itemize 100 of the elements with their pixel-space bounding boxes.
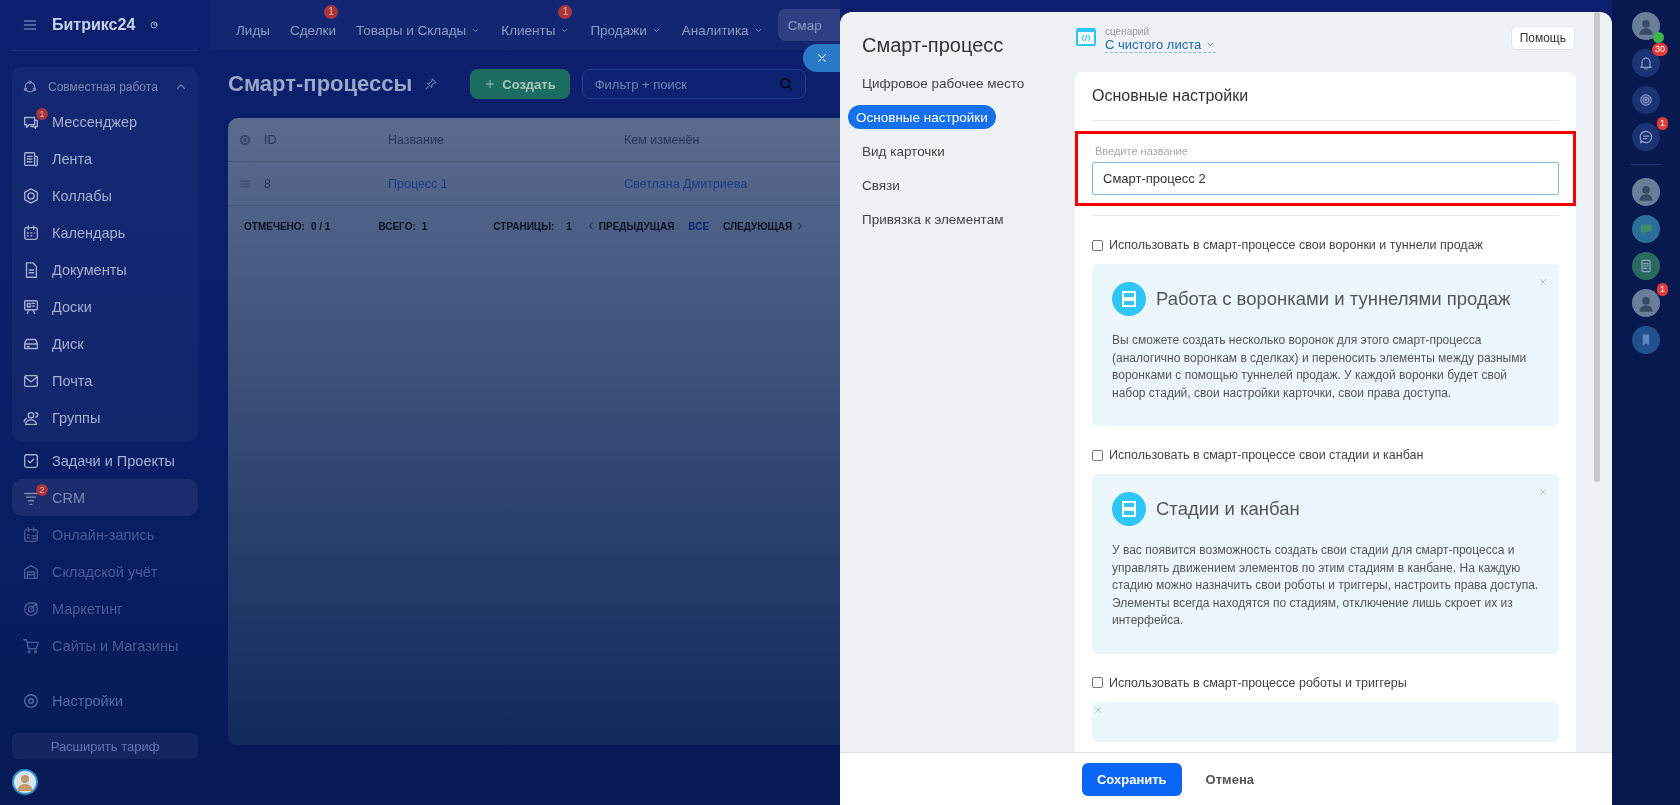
checkbox-label[interactable]: Использовать в смарт-процессе роботы и триггеры [1109,675,1407,690]
notification-count: 2 [36,484,48,496]
settings-item[interactable]: Настройки [12,682,198,719]
panel-nav-item[interactable]: Основные настройки [848,105,996,129]
clock-icon [149,20,160,30]
sidebar-item[interactable]: Лента [12,140,198,177]
nav-tab[interactable]: Сделки 1 [280,5,346,45]
message-button[interactable] [1632,215,1660,243]
board-icon [22,297,40,316]
notification-count: 1 [558,5,573,19]
user-avatar[interactable] [1632,12,1660,40]
field-label: Введите название [1095,145,1189,157]
previous-page-link[interactable]: ПРЕДЫДУЩАЯ [585,220,675,232]
newspaper-icon [22,149,40,168]
sidebar-item[interactable]: Календарь [12,214,198,251]
info-title: Работа с воронками и туннелями продаж [1156,288,1511,310]
cart-icon [22,636,40,655]
total-value: 1 [421,220,428,232]
online-status-icon [1653,32,1664,43]
sidebar-item[interactable]: Почта [12,362,198,399]
name-input-field[interactable]: Смарт-процесс 2 [1092,162,1559,195]
close-button[interactable] [803,44,840,72]
calendar-icon [22,525,40,544]
save-button[interactable]: Сохранить [1082,762,1182,796]
checked-count: ОТМЕЧЕНО: [244,220,305,232]
sidebar-item[interactable]: Доски [12,288,198,325]
close-icon [1537,486,1549,498]
hexagon-icon [22,186,40,205]
help-button[interactable]: Помощь [1510,26,1575,50]
pages-label: СТРАНИЦЫ: [493,220,555,232]
panel-nav-item[interactable]: Привязка к элементам [848,207,1012,231]
page-title: Смарт-процессы [228,71,413,97]
sidebar-item[interactable]: Задачи и Проекты [12,442,198,479]
target-icon [22,599,40,618]
checkbox-label[interactable]: Использовать в смарт-процессе свои воронки и туннели продаж [1109,238,1483,252]
panel-nav-item[interactable]: Связи [848,173,908,197]
checkbox[interactable] [1092,239,1103,251]
bookmark-button[interactable] [1632,326,1660,354]
user-avatar[interactable] [12,769,38,795]
page-number: 1 [566,220,572,232]
sidebar-item[interactable]: Диск [12,325,198,362]
nav-tab[interactable]: Продажи [580,5,672,45]
panel-nav-item[interactable]: Вид карточки [848,139,953,163]
filter-search-field[interactable]: Фильтр + поиск [581,69,806,99]
bell-icon [1638,55,1654,71]
settings-label: Настройки [52,692,124,709]
stacked-blocks-icon [1112,492,1146,526]
warehouse-icon [22,562,40,581]
spiral-icon [1638,92,1654,108]
chat-button[interactable] [1632,123,1660,151]
notification-count: 1 [324,5,338,19]
sidebar-item[interactable]: 2 CRM [12,479,198,516]
chat-icon [1638,129,1654,145]
settings-icon [22,691,40,710]
scrollbar[interactable] [1594,12,1600,482]
notification-count: 30 [1652,43,1668,56]
sidebar-item[interactable]: Документы [12,251,198,288]
sidebar-item[interactable]: Коллабы [12,177,198,214]
checkbox-icon [22,451,40,470]
panel-nav-item[interactable]: Цифровое рабочее место [848,71,1033,95]
group-title[interactable]: Совместная работа [48,80,164,94]
document-button[interactable] [1632,252,1660,280]
search-icon [778,76,794,92]
notification-count: 1 [1657,117,1668,130]
nav-tab[interactable]: Смар [777,9,840,41]
checkbox[interactable] [1092,677,1103,688]
total-count: ВСЕГО: [378,220,416,232]
plus-icon [484,78,497,90]
checked-value: 0 / 1 [310,220,331,232]
next-page-link[interactable]: СЛЕДУЮЩАЯ [723,220,806,232]
scenario-dropdown[interactable]: С чистого листа [1105,37,1217,53]
sidebar-item[interactable]: 1 Мессенджер [12,103,198,140]
menu-icon [22,17,38,33]
upgrade-button[interactable]: Расширить тариф [12,733,198,759]
info-text: У вас появится возможность создать свои стадии для смарт-процесса и управлять движением элементов по этим стадиям в канбане. На каждую стадию можно назначить свои роботы и триггеры, настроить права доступа. Элементы всегда находятся по стадиям, отключение лишь скроет их из интерфейса. [1112,542,1539,629]
cancel-button[interactable]: Отмена [1199,770,1260,788]
info-title: Стадии и канбан [1156,498,1300,520]
logo[interactable]: Битрикс24 [52,16,136,34]
nav-tab[interactable]: Клиенты 1 [491,5,581,45]
close-icon [1537,276,1549,288]
stacked-blocks-icon [1112,282,1146,316]
sidebar-item[interactable]: Группы [12,399,198,436]
collaboration-icon [22,79,38,95]
notification-count: 1 [1657,283,1668,296]
info-text: Вы сможете создать несколько воронок для этого смарт-процесса (аналогично воронкам в сделках) и переносить элементы между разными воронками с помощью туннелей продаж. У каждой воронки будет свой набор стадий, свои настройки карточки, свои права доступа. [1112,332,1528,402]
checkbox[interactable] [1092,449,1103,461]
copilot-button[interactable] [1632,86,1660,114]
code-window-icon [1075,26,1097,48]
pin-icon [424,77,439,91]
nav-tab[interactable]: Товары и Склады [346,5,492,45]
nav-tab[interactable]: Аналитика [671,5,774,45]
checkbox-label[interactable]: Использовать в смарт-процессе свои стадии и канбан [1109,448,1424,462]
panel-title: Смарт-процесс [861,34,1005,57]
calendar-icon [22,223,40,242]
notification-count: 1 [36,108,48,120]
section-title: Основные настройки [1092,72,1559,121]
create-button[interactable]: Создать [470,69,570,99]
scenario-caption: сценарий [1105,26,1150,37]
nav-tab[interactable]: Лиды [226,5,280,45]
document-icon [1638,258,1654,274]
